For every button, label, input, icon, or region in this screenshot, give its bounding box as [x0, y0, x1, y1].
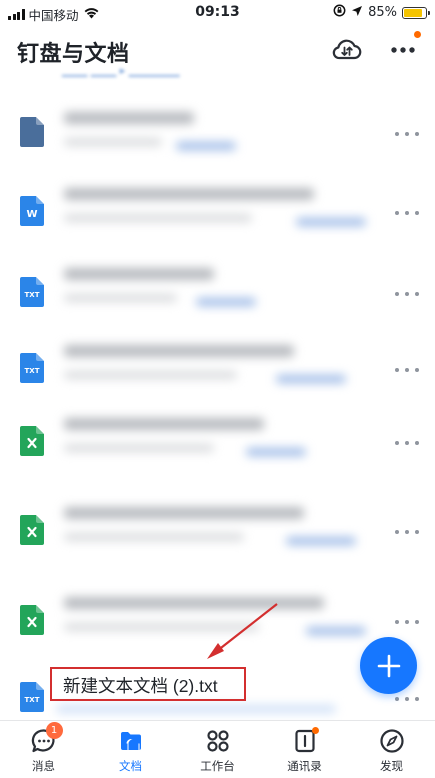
svg-text:TXT: TXT: [25, 696, 40, 704]
txt-file-icon: TXT: [20, 277, 44, 307]
battery-icon: [402, 6, 430, 19]
svg-text:TXT: TXT: [25, 367, 40, 375]
blurred-file-info: [56, 398, 376, 478]
notification-dot: [311, 727, 319, 734]
doc-file-icon: [20, 117, 44, 147]
rotation-lock-icon: [333, 4, 346, 21]
file-row[interactable]: [0, 487, 435, 569]
cloud-transfer-button[interactable]: [330, 34, 364, 66]
more-options-button[interactable]: [386, 31, 421, 66]
file-more-button[interactable]: [395, 435, 419, 451]
blurred-file-info: [56, 325, 376, 405]
file-more-button[interactable]: [395, 614, 419, 630]
blurred-file-info: [56, 577, 376, 657]
file-more-button[interactable]: [395, 691, 419, 707]
blurred-file-info: [56, 248, 376, 328]
svg-text:W: W: [26, 209, 37, 220]
workbench-icon: [204, 727, 232, 755]
svg-text:TXT: TXT: [25, 291, 40, 299]
tab-bar: 1 消息 文档 工作台 通讯录 发现: [0, 720, 435, 778]
file-more-button[interactable]: [395, 362, 419, 378]
file-row[interactable]: TXT: [0, 248, 435, 330]
file-row[interactable]: TXT: [0, 325, 435, 407]
battery-percent: 85%: [368, 5, 397, 20]
discover-icon: [378, 727, 406, 755]
tab-label: 工作台: [200, 759, 235, 773]
tab-label: 通讯录: [287, 759, 322, 773]
file-row[interactable]: [0, 398, 435, 480]
file-name-label[interactable]: 新建文本文档 (2).txt: [63, 673, 218, 698]
file-more-button[interactable]: [395, 286, 419, 302]
tab-label: 消息: [32, 759, 55, 773]
file-more-button[interactable]: [395, 126, 419, 142]
blurred-file-info: [56, 487, 376, 567]
file-row[interactable]: W: [0, 168, 435, 250]
excel-file-icon: [20, 426, 44, 456]
blurred-file-info: [56, 168, 376, 248]
tab-label: 发现: [380, 759, 403, 773]
tab-workbench[interactable]: 工作台: [174, 727, 261, 777]
word-file-icon: W: [20, 196, 44, 226]
tab-docs[interactable]: 文档: [87, 727, 174, 777]
contacts-icon: [291, 727, 319, 755]
breadcrumb[interactable]: ▁▁▁ ▁▁▁ ▸ ▁▁▁▁▁▁: [62, 64, 180, 77]
notification-dot: [414, 31, 421, 38]
tab-discover[interactable]: 发现: [348, 727, 435, 777]
more-horizontal-icon: [391, 47, 415, 53]
status-bar: 中国移动 09:13 85%: [0, 0, 435, 26]
tab-contacts[interactable]: 通讯录: [261, 727, 348, 777]
tab-label: 文档: [119, 759, 142, 773]
tab-message[interactable]: 1 消息: [0, 722, 87, 777]
excel-file-icon: [20, 605, 44, 635]
docs-icon: [117, 727, 145, 755]
status-right: 85%: [333, 4, 430, 21]
cloud-transfer-icon: [332, 39, 362, 60]
blurred-file-info: [56, 92, 376, 172]
file-more-button[interactable]: [395, 524, 419, 540]
location-icon: [351, 5, 363, 21]
file-row[interactable]: [0, 92, 435, 174]
plus-icon: [377, 654, 400, 677]
excel-file-icon: [20, 515, 44, 545]
unread-badge: 1: [45, 722, 63, 739]
add-button[interactable]: [360, 637, 417, 694]
txt-file-icon: TXT: [20, 353, 44, 383]
txt-file-icon: TXT: [20, 682, 44, 712]
message-icon: 1: [30, 722, 63, 755]
file-more-button[interactable]: [395, 205, 419, 221]
